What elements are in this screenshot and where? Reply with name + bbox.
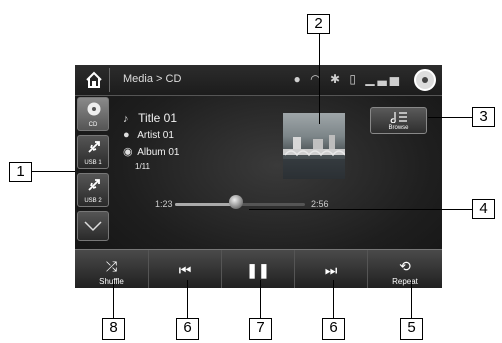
status-icons: ● ◠ ✱ ▯ ▁▃▅	[294, 72, 402, 86]
track-album: Album 01	[137, 147, 180, 158]
pause-button[interactable]: ❚❚	[222, 250, 295, 288]
callout-2: 2	[307, 14, 330, 34]
cd-icon	[414, 69, 436, 91]
callout-leader-7	[260, 280, 261, 318]
track-position: 1/11	[135, 162, 150, 171]
source-label: USB 1	[84, 160, 102, 166]
seek-bar-fill	[175, 203, 237, 206]
source-usb-1[interactable]: USB 1	[77, 135, 109, 169]
elapsed-time: 1:23	[155, 199, 173, 209]
home-icon	[86, 71, 102, 88]
bluetooth-icon: ✱	[329, 72, 344, 86]
callout-8: 8	[102, 318, 125, 340]
media-screen: Media > CD ● ◠ ✱ ▯ ▁▃▅ CD USB 1 USB 2 ♪ …	[75, 65, 442, 288]
breadcrumb: Media > CD	[123, 73, 182, 85]
skip-next-icon: ⏭	[324, 262, 338, 278]
callout-5: 5	[400, 318, 423, 340]
callout-leader-4	[249, 209, 472, 210]
chevron-down-icon	[84, 221, 102, 232]
source-scroll-down[interactable]	[77, 211, 109, 241]
status-bar: Media > CD ● ◠ ✱ ▯ ▁▃▅	[75, 65, 442, 96]
callout-leader-5	[411, 280, 412, 318]
callout-4: 4	[472, 199, 495, 219]
source-label: CD	[88, 122, 98, 128]
repeat-icon: ⟲	[399, 258, 411, 274]
music-note-icon: ♪	[123, 113, 129, 125]
repeat-button[interactable]: ⟲ Repeat	[368, 250, 442, 288]
bridge-image	[283, 135, 346, 179]
track-title: Title 01	[138, 111, 178, 125]
source-list: CD USB 1 USB 2	[75, 97, 111, 247]
callout-3: 3	[472, 107, 495, 127]
callout-7: 7	[249, 318, 272, 340]
wifi-icon: ◠	[310, 72, 324, 86]
cd-icon	[87, 102, 101, 116]
source-label: USB 2	[84, 198, 102, 204]
source-usb-2[interactable]: USB 2	[77, 173, 109, 207]
album-art	[283, 113, 346, 179]
signal-icon: ●	[293, 72, 304, 86]
browse-button[interactable]: Browse	[370, 107, 427, 134]
home-button[interactable]	[81, 68, 110, 92]
cell-signal-icon: ▁▃▅	[365, 72, 402, 86]
callout-6a: 6	[176, 318, 199, 340]
shuffle-button[interactable]: ⤮ Shuffle	[75, 250, 149, 288]
callout-leader-6a	[187, 280, 188, 318]
callout-leader-8	[113, 280, 114, 318]
total-time: 2:56	[311, 199, 329, 209]
track-artist: Artist 01	[137, 130, 174, 141]
repeat-label: Repeat	[392, 277, 418, 286]
previous-track-button[interactable]: ⏮	[149, 250, 222, 288]
album-icon: ◉	[123, 146, 133, 158]
callout-leader-2	[319, 34, 320, 124]
battery-icon: ▯	[349, 72, 359, 86]
skip-previous-icon: ⏮	[178, 262, 192, 278]
usb-icon	[88, 179, 100, 191]
track-title-row: ♪ Title 01	[123, 111, 177, 125]
track-album-row: ◉ Album 01	[123, 145, 179, 158]
control-bar: ⤮ Shuffle ⏮ ❚❚ ⏭ ⟲ Repeat	[75, 249, 442, 288]
next-track-button[interactable]: ⏭	[295, 250, 368, 288]
pause-icon: ❚❚	[246, 262, 270, 278]
artist-icon: ●	[123, 129, 130, 141]
browse-label: Browse	[388, 125, 409, 131]
callout-6b: 6	[322, 318, 345, 340]
usb-icon	[88, 141, 100, 153]
track-artist-row: ● Artist 01	[123, 129, 174, 141]
seek-knob[interactable]	[229, 195, 244, 209]
callout-1: 1	[9, 162, 32, 182]
browse-list-icon	[390, 112, 407, 123]
callout-leader-6b	[333, 280, 334, 318]
shuffle-label: Shuffle	[99, 277, 124, 286]
shuffle-icon: ⤮	[105, 258, 118, 274]
source-cd[interactable]: CD	[77, 97, 109, 131]
callout-leader-1	[32, 171, 75, 172]
callout-leader-3	[428, 117, 472, 118]
